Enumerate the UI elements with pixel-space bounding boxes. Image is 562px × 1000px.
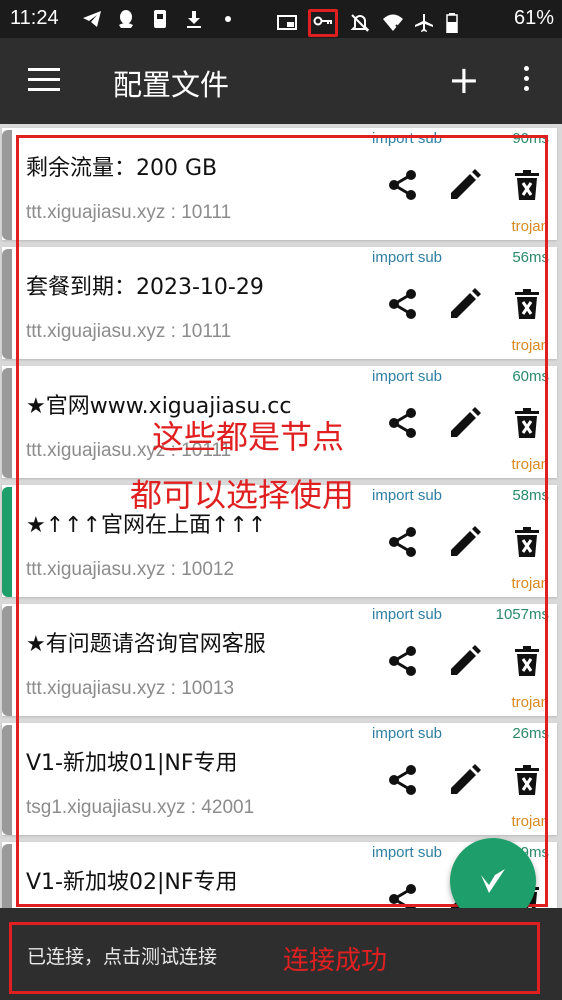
selection-indicator — [2, 844, 12, 908]
delete-icon[interactable] — [510, 644, 544, 678]
download-icon — [184, 9, 204, 29]
cast-icon — [276, 13, 297, 33]
share-icon[interactable] — [386, 168, 420, 202]
edit-icon[interactable] — [448, 287, 482, 321]
server-name: 剩余流量：200 GB — [26, 156, 218, 181]
selection-indicator — [2, 249, 12, 359]
server-name: V1-新加坡02|NF专用 — [26, 870, 238, 895]
protocol-label: trojan — [511, 218, 549, 235]
protocol-label: trojan — [511, 575, 549, 592]
server-name: V1-新加坡01|NF专用 — [26, 751, 238, 776]
share-icon[interactable] — [386, 525, 420, 559]
page-title: 配置文件 — [113, 68, 230, 102]
delete-icon[interactable] — [510, 168, 544, 202]
server-address: tsg1.xiguajiasu.xyz : 42001 — [26, 797, 255, 818]
edit-icon[interactable] — [448, 406, 482, 440]
latency-label: 60ms — [512, 368, 549, 385]
latency-label: 26ms — [512, 725, 549, 742]
server-item[interactable]: V1-新加坡01|NF专用 tsg1.xiguajiasu.xyz : 4200… — [2, 723, 557, 835]
subscription-label: import sub — [372, 368, 443, 385]
menu-button[interactable] — [28, 68, 60, 92]
edit-icon[interactable] — [448, 168, 482, 202]
selection-indicator — [2, 725, 12, 835]
selection-indicator — [2, 130, 12, 240]
protocol-label: trojan — [511, 456, 549, 473]
subscription-label: import sub — [372, 606, 443, 623]
server-address: ttt.xiguajiasu.xyz : 10111 — [26, 202, 232, 223]
telegram-icon — [82, 9, 102, 29]
share-icon[interactable] — [386, 763, 420, 797]
edit-icon[interactable] — [448, 525, 482, 559]
server-address: ttt.xiguajiasu.xyz : 10111 — [26, 321, 232, 342]
share-icon[interactable] — [386, 644, 420, 678]
battery-icon — [446, 13, 466, 34]
latency-label: 58ms — [512, 487, 549, 504]
qq-icon — [116, 9, 136, 29]
subscription-label: import sub — [372, 725, 443, 742]
delete-icon[interactable] — [510, 525, 544, 559]
sim-icon — [150, 9, 170, 29]
bottom-status-bar[interactable]: 已连接，点击测试连接 — [0, 908, 562, 1000]
server-list: 剩余流量：200 GB ttt.xiguajiasu.xyz : 10111 i… — [0, 124, 562, 908]
delete-icon[interactable] — [510, 287, 544, 321]
vpn-key-icon — [308, 9, 338, 37]
selection-indicator — [2, 606, 12, 716]
share-icon[interactable] — [386, 882, 420, 908]
subscription-label: import sub — [372, 130, 443, 147]
dot-icon — [218, 9, 238, 29]
delete-icon[interactable] — [510, 763, 544, 797]
status-time: 11:24 — [10, 7, 59, 29]
share-icon[interactable] — [386, 406, 420, 440]
edit-icon[interactable] — [448, 763, 482, 797]
wifi-icon — [382, 13, 403, 33]
latency-label: 1057ms — [495, 606, 549, 623]
subscription-label: import sub — [372, 844, 443, 861]
selection-indicator — [2, 487, 12, 597]
server-item[interactable]: ★有问题请咨询官网客服 ttt.xiguajiasu.xyz : 10013 i… — [2, 604, 557, 716]
add-button[interactable]: + — [448, 61, 480, 99]
more-options-button[interactable] — [522, 66, 530, 96]
server-item[interactable]: 套餐到期：2023-10-29 ttt.xiguajiasu.xyz : 101… — [2, 247, 557, 359]
protocol-label: trojan — [511, 694, 549, 711]
server-name: 套餐到期：2023-10-29 — [26, 275, 264, 300]
edit-icon[interactable] — [448, 644, 482, 678]
protocol-label: trojan — [511, 813, 549, 830]
share-icon[interactable] — [386, 287, 420, 321]
protocol-label: trojan — [511, 337, 549, 354]
server-item[interactable]: 剩余流量：200 GB ttt.xiguajiasu.xyz : 10111 i… — [2, 128, 557, 240]
subscription-label: import sub — [372, 249, 443, 266]
latency-label: 56ms — [512, 249, 549, 266]
bell-off-icon — [350, 13, 370, 33]
annotation-connected: 连接成功 — [283, 946, 388, 976]
latency-label: 90ms — [512, 130, 549, 147]
annotation-nodes-line1: 这些都是节点 — [152, 418, 345, 456]
battery-percent: 61% — [513, 7, 554, 29]
v-logo-icon — [481, 869, 505, 893]
system-icons — [276, 9, 466, 37]
connection-status[interactable]: 已连接，点击测试连接 — [27, 942, 217, 969]
selection-indicator — [2, 368, 12, 478]
notification-icons — [82, 9, 238, 29]
server-name: ★有问题请咨询官网客服 — [26, 632, 266, 657]
delete-icon[interactable] — [510, 406, 544, 440]
server-address: ttt.xiguajiasu.xyz : 10013 — [26, 678, 235, 699]
annotation-nodes-line2: 都可以选择使用 — [130, 476, 355, 514]
status-bar: 11:24 61% — [0, 0, 562, 38]
app-bar: 配置文件 + — [0, 38, 562, 124]
airplane-icon — [414, 13, 434, 33]
server-address: ttt.xiguajiasu.xyz : 10012 — [26, 559, 235, 580]
subscription-label: import sub — [372, 487, 443, 504]
